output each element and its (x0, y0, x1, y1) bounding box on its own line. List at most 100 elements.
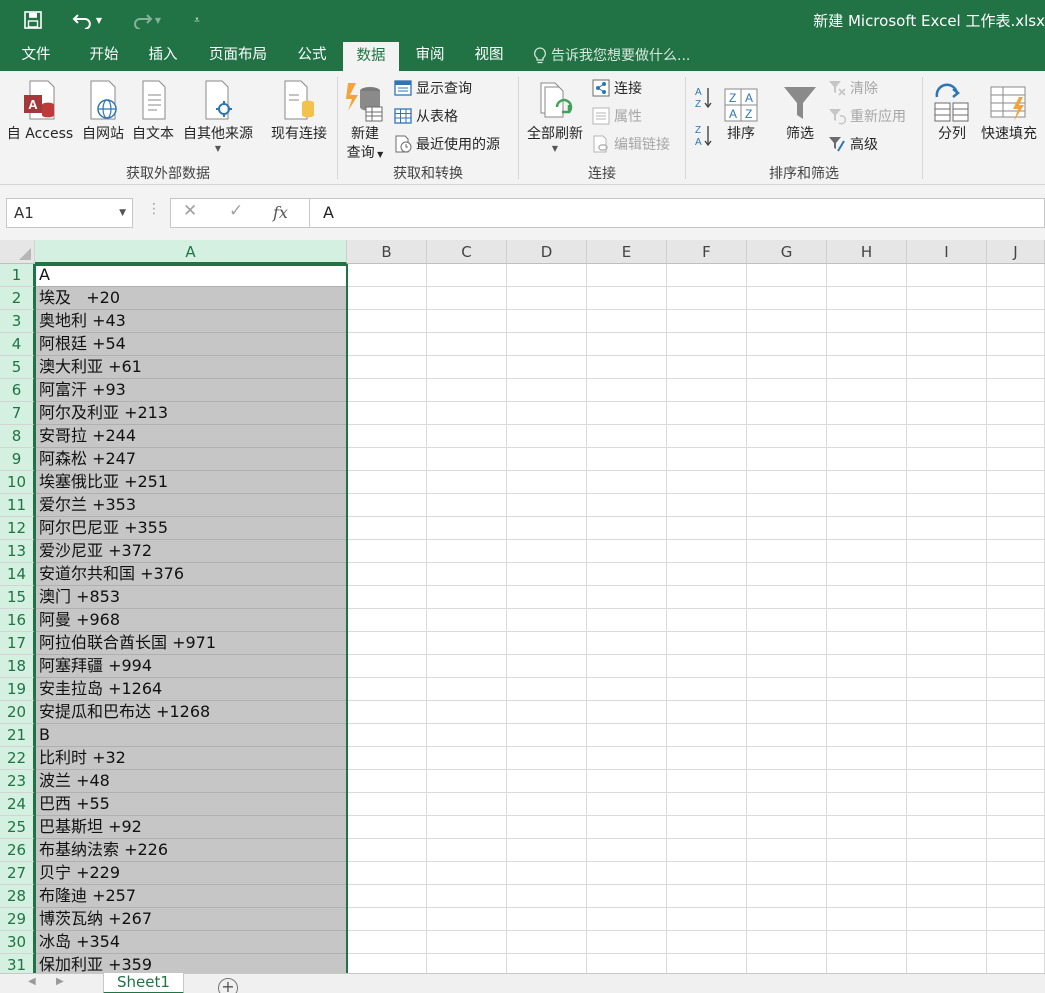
sort-button[interactable]: ZAAZ 排序 (720, 77, 762, 144)
cell[interactable]: 阿尔巴尼亚 +355 (35, 517, 347, 540)
tab-home[interactable]: 开始 (76, 40, 132, 71)
customize-qat-icon[interactable]: ⩡ (188, 8, 206, 32)
cell[interactable]: 布隆迪 +257 (35, 885, 347, 908)
row-header[interactable]: 21 (0, 724, 35, 747)
save-icon[interactable] (20, 8, 46, 32)
row-header[interactable]: 25 (0, 816, 35, 839)
row-header[interactable]: 8 (0, 425, 35, 448)
show-queries-button[interactable]: 显示查询 (394, 77, 472, 99)
from-web-button[interactable]: 自网站 (80, 77, 126, 144)
tab-review[interactable]: 审阅 (404, 40, 456, 71)
tab-insert[interactable]: 插入 (135, 40, 191, 71)
advanced-filter-button[interactable]: 高级 (828, 133, 878, 155)
from-table-button[interactable]: 从表格 (394, 105, 458, 127)
cell[interactable]: 爱沙尼亚 +372 (35, 540, 347, 563)
enter-icon[interactable]: ✓ (229, 201, 243, 221)
cell[interactable]: 澳大利亚 +61 (35, 356, 347, 379)
sort-z-to-a-button[interactable]: ZA (694, 123, 714, 147)
cell[interactable]: 安道尔共和国 +376 (35, 563, 347, 586)
sheet-scroll-left-icon[interactable]: ◀ (28, 976, 36, 987)
row-header[interactable]: 10 (0, 471, 35, 494)
flash-fill-button[interactable]: 快速填充 (978, 77, 1040, 144)
cell[interactable]: 阿拉伯联合酋长国 +971 (35, 632, 347, 655)
row-header[interactable]: 6 (0, 379, 35, 402)
row-header[interactable]: 19 (0, 678, 35, 701)
column-header-b[interactable]: B (347, 240, 427, 264)
select-all-corner[interactable] (0, 240, 35, 264)
cell[interactable]: 阿森松 +247 (35, 448, 347, 471)
worksheet-grid[interactable]: ABCDEFGHIJ 1 A 2 埃及 +20 3 奥地利 +43 4 阿根廷 +54 5 澳大利… (0, 240, 1045, 973)
cell[interactable]: 波兰 +48 (35, 770, 347, 793)
column-header-i[interactable]: I (907, 240, 987, 264)
filter-button[interactable]: 筛选 (780, 77, 820, 144)
connections-button[interactable]: 连接 (592, 77, 642, 99)
cell[interactable]: 阿尔及利亚 +213 (35, 402, 347, 425)
tab-view[interactable]: 视图 (462, 40, 516, 71)
from-access-button[interactable]: A 自 Access (6, 77, 74, 144)
cell[interactable]: 阿富汗 +93 (35, 379, 347, 402)
formula-input[interactable]: A (310, 198, 1045, 228)
cell[interactable]: 安哥拉 +244 (35, 425, 347, 448)
tab-formulas[interactable]: 公式 (285, 40, 339, 71)
cell[interactable]: 安圭拉岛 +1264 (35, 678, 347, 701)
column-header-h[interactable]: H (827, 240, 907, 264)
tell-me-search[interactable]: 告诉我您想要做什么... (533, 40, 690, 71)
row-header[interactable]: 12 (0, 517, 35, 540)
cell[interactable]: 阿塞拜疆 +994 (35, 655, 347, 678)
tab-page-layout[interactable]: 页面布局 (198, 40, 278, 71)
existing-connections-button[interactable]: 现有连接 (266, 77, 332, 144)
cell[interactable]: 布基纳法索 +226 (35, 839, 347, 862)
column-header-f[interactable]: F (667, 240, 747, 264)
tab-file[interactable]: 文件 (8, 40, 64, 71)
row-header[interactable]: 31 (0, 954, 35, 973)
row-header[interactable]: 15 (0, 586, 35, 609)
from-other-sources-button[interactable]: 自其他来源 ▼ (180, 77, 256, 154)
column-header-d[interactable]: D (507, 240, 587, 264)
cell[interactable]: 冰岛 +354 (35, 931, 347, 954)
row-header[interactable]: 2 (0, 287, 35, 310)
cell[interactable]: 阿曼 +968 (35, 609, 347, 632)
row-header[interactable]: 9 (0, 448, 35, 471)
recent-sources-button[interactable]: 最近使用的源 (394, 133, 500, 155)
row-header[interactable]: 17 (0, 632, 35, 655)
column-header-g[interactable]: G (747, 240, 827, 264)
chevron-down-icon[interactable]: ▼ (119, 199, 126, 227)
row-header[interactable]: 30 (0, 931, 35, 954)
undo-icon[interactable]: ▼ (72, 8, 102, 32)
add-sheet-icon[interactable]: + (218, 978, 238, 993)
tab-data[interactable]: 数据 (343, 42, 399, 71)
cell[interactable]: 保加利亚 +359 (35, 954, 347, 973)
row-header[interactable]: 27 (0, 862, 35, 885)
column-header-j[interactable]: J (987, 240, 1045, 264)
cell[interactable]: 巴基斯坦 +92 (35, 816, 347, 839)
column-header-a[interactable]: A (35, 240, 347, 264)
cell[interactable]: 贝宁 +229 (35, 862, 347, 885)
cell[interactable]: 比利时 +32 (35, 747, 347, 770)
cell[interactable]: 安提瓜和巴布达 +1268 (35, 701, 347, 724)
cell[interactable]: B (35, 724, 347, 747)
row-header[interactable]: 23 (0, 770, 35, 793)
sheet-tab-sheet1[interactable]: Sheet1 (103, 973, 184, 993)
row-header[interactable]: 26 (0, 839, 35, 862)
row-header[interactable]: 18 (0, 655, 35, 678)
insert-function-icon[interactable]: fx (273, 203, 288, 222)
row-header[interactable]: 11 (0, 494, 35, 517)
row-header[interactable]: 7 (0, 402, 35, 425)
cell[interactable]: 博茨瓦纳 +267 (35, 908, 347, 931)
row-header[interactable]: 16 (0, 609, 35, 632)
row-header[interactable]: 13 (0, 540, 35, 563)
sort-a-to-z-button[interactable]: AZ (694, 85, 714, 109)
cell[interactable]: 澳门 +853 (35, 586, 347, 609)
row-header[interactable]: 14 (0, 563, 35, 586)
row-header[interactable]: 24 (0, 793, 35, 816)
row-header[interactable]: 29 (0, 908, 35, 931)
row-header[interactable]: 5 (0, 356, 35, 379)
refresh-all-button[interactable]: 全部刷新 ▼ (524, 77, 586, 154)
cancel-icon[interactable]: ✕ (183, 201, 197, 221)
sheet-scroll-right-icon[interactable]: ▶ (56, 976, 64, 987)
text-to-columns-button[interactable]: 分列 (932, 77, 972, 144)
row-header[interactable]: 1 (0, 264, 35, 287)
row-header[interactable]: 4 (0, 333, 35, 356)
from-text-button[interactable]: 自文本 (130, 77, 176, 144)
row-header[interactable]: 3 (0, 310, 35, 333)
